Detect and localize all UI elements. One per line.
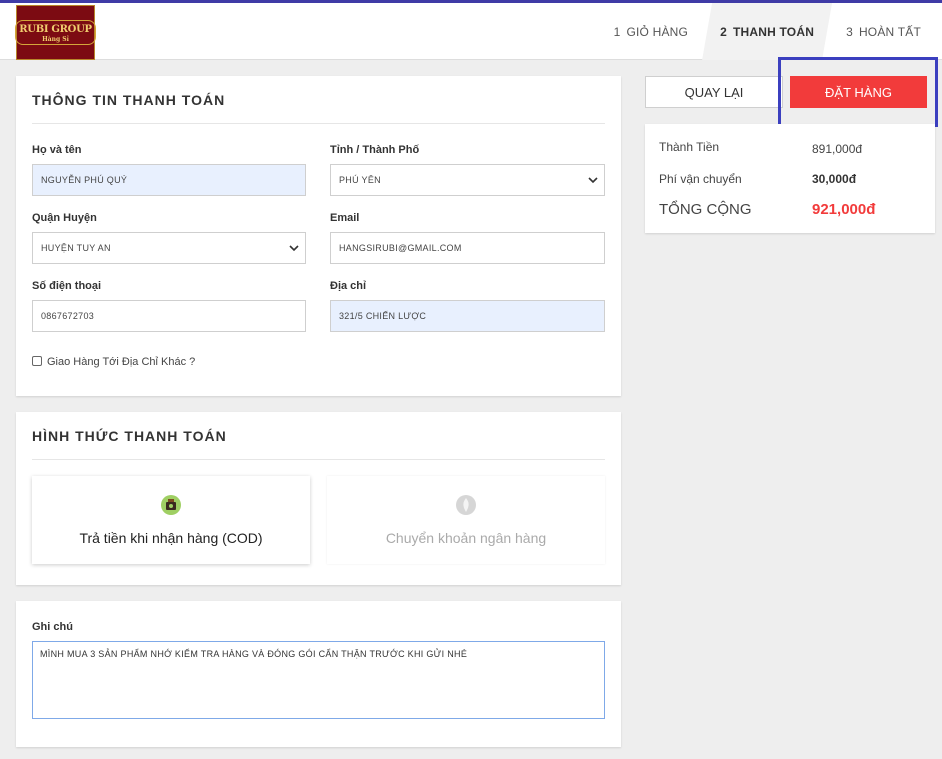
billing-title: THÔNG TIN THANH TOÁN <box>32 92 226 108</box>
province-label: Tỉnh / Thành Phố <box>330 144 420 156</box>
order-summary-card: Thành Tiền 891,000đ Phí vận chuyển 30,00… <box>645 124 935 233</box>
billing-info-card: THÔNG TIN THANH TOÁN Họ và tên NGUYỄN PH… <box>16 76 621 396</box>
site-header: RUBI GROUP Hàng Sỉ 1 GIỎ HÀNG 2 THANH TO… <box>0 3 942 60</box>
shipping-label: Phí vận chuyển <box>659 172 742 186</box>
email-input[interactable]: HANGSIRUBI@GMAIL.COM <box>330 232 605 264</box>
back-button[interactable]: QUAY LẠI <box>645 76 783 108</box>
other-address-checkbox[interactable] <box>32 356 42 366</box>
other-address-label: Giao Hàng Tới Địa Chỉ Khác ? <box>47 356 196 368</box>
cod-label: Trả tiền khi nhận hàng (COD) <box>79 530 263 546</box>
payment-method-card: HÌNH THỨC THANH TOÁN Trả tiền khi nhận h… <box>16 412 621 585</box>
bank-icon <box>456 495 476 515</box>
subtotal-value: 891,000đ <box>812 142 863 156</box>
total-value: 921,000đ <box>812 201 876 218</box>
subtotal-label: Thành Tiền <box>659 140 720 154</box>
note-textarea[interactable] <box>32 641 605 719</box>
address-input[interactable]: 321/5 CHIẾN LƯỢC <box>330 300 605 332</box>
place-order-button[interactable]: ĐẶT HÀNG <box>790 76 927 108</box>
cash-icon <box>161 495 181 515</box>
chevron-down-icon <box>289 245 299 252</box>
phone-label: Số điện thoại <box>32 280 102 292</box>
district-label: Quận Huyện <box>32 212 97 224</box>
address-label: Địa chỉ <box>330 280 367 292</box>
step-cart[interactable]: 1 GIỎ HÀNG <box>600 3 702 60</box>
step-payment[interactable]: 2 THANH TOÁN <box>702 3 832 60</box>
checkout-steps: 1 GIỎ HÀNG 2 THANH TOÁN 3 HOÀN TẤT <box>600 3 942 60</box>
step-complete[interactable]: 3 HOÀN TẤT <box>832 3 942 60</box>
note-card: Ghi chú <box>16 601 621 747</box>
logo-subtext: Hàng Sỉ <box>42 36 69 43</box>
phone-input[interactable]: 0867672703 <box>32 300 306 332</box>
rubi-group-logo[interactable]: RUBI GROUP Hàng Sỉ <box>15 5 96 60</box>
total-label: TỔNG CỘNG <box>659 201 752 218</box>
email-label: Email <box>330 212 360 224</box>
bank-transfer-option[interactable]: Chuyển khoản ngân hàng <box>327 476 605 564</box>
note-label: Ghi chú <box>32 621 73 633</box>
divider <box>32 123 605 124</box>
district-select[interactable]: HUYỆN TUY AN <box>32 232 306 264</box>
bank-transfer-label: Chuyển khoản ngân hàng <box>385 530 547 546</box>
cod-option[interactable]: Trả tiền khi nhận hàng (COD) <box>32 476 310 564</box>
payment-title: HÌNH THỨC THANH TOÁN <box>32 428 227 444</box>
name-label: Họ và tên <box>32 144 82 156</box>
divider <box>32 459 605 460</box>
logo-text: RUBI GROUP <box>19 24 92 35</box>
province-select[interactable]: PHÚ YÊN <box>330 164 605 196</box>
chevron-down-icon <box>588 177 598 184</box>
name-input[interactable]: NGUYỄN PHÚ QUÝ <box>32 164 306 196</box>
shipping-value: 30,000đ <box>812 172 857 186</box>
